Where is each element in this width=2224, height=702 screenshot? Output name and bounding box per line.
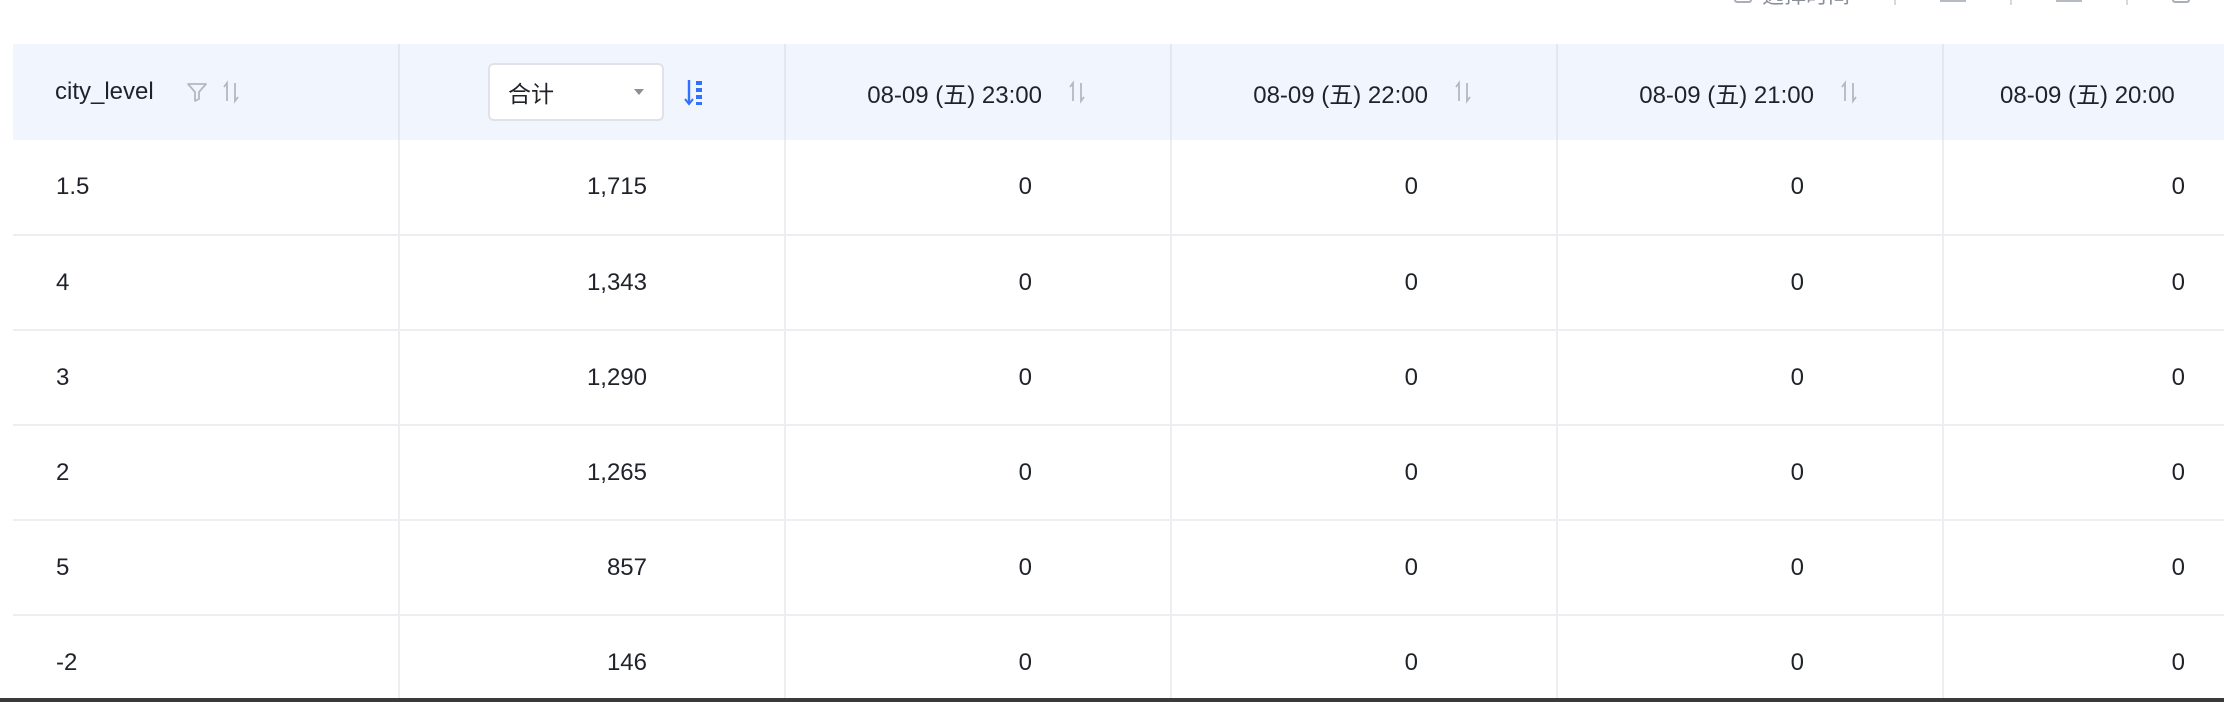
cell-city-level: 3 bbox=[13, 329, 400, 425]
aggregate-select-value: 合计 bbox=[508, 81, 554, 107]
cell-time-value: 0 bbox=[1171, 140, 1558, 235]
toolbar-button-2[interactable] bbox=[1940, 0, 1966, 2]
calendar-icon bbox=[1733, 0, 1752, 3]
cell-time-value: 0 bbox=[2171, 173, 2185, 200]
aggregate-select[interactable]: 合计 bbox=[488, 63, 664, 121]
cell-time-value: 0 bbox=[1171, 424, 1558, 520]
select-time-label: 选择时间 bbox=[1762, 0, 1850, 10]
table-row[interactable]: 5 857 0 0 0 0 bbox=[13, 519, 2224, 615]
cell-city-level: 2 bbox=[13, 424, 400, 520]
table-row[interactable]: 4 1,343 0 0 0 0 bbox=[13, 234, 2224, 330]
cell-time-value: 0 bbox=[785, 614, 1172, 698]
cell-time-value: 0 bbox=[1557, 140, 1944, 235]
cell-time-value: 0 bbox=[785, 519, 1172, 615]
filter-icon[interactable] bbox=[186, 81, 208, 103]
toolbar-divider bbox=[2126, 0, 2128, 5]
toolbar-divider bbox=[2010, 0, 2012, 5]
cell-city-level: 4 bbox=[13, 234, 400, 330]
cell-time-value: 0 bbox=[1943, 614, 2224, 698]
sort-icon[interactable] bbox=[1454, 80, 1472, 104]
sort-icon[interactable] bbox=[1840, 80, 1858, 104]
header-time-col-4: 08-09 (五) 20:00 bbox=[1943, 44, 2224, 140]
cell-time-value: 0 bbox=[785, 424, 1172, 520]
sort-icon[interactable] bbox=[1068, 80, 1086, 104]
cell-time-value: 0 bbox=[785, 234, 1172, 330]
cell-total: 1,715 bbox=[399, 140, 786, 235]
header-city-level: city_level bbox=[13, 44, 400, 140]
cell-time-value: 0 bbox=[1557, 329, 1944, 425]
cell-city-level: 5 bbox=[13, 519, 400, 615]
table-header-row: city_level 合计 08-09 (五) 23:00 08-09 (五) … bbox=[13, 44, 2224, 140]
cell-time-value: 0 bbox=[785, 329, 1172, 425]
window-bottom-edge bbox=[0, 698, 2224, 702]
cell-time-value: 0 bbox=[1943, 329, 2224, 425]
cell-city-level: 1.5 bbox=[13, 140, 400, 235]
header-time-col-2: 08-09 (五) 22:00 bbox=[1171, 44, 1558, 140]
chevron-down-icon bbox=[634, 89, 644, 95]
cell-time-value: 0 bbox=[785, 140, 1172, 235]
select-time-button[interactable]: 选择时间 bbox=[1733, 0, 1850, 10]
cell-total: 1,265 bbox=[399, 424, 786, 520]
cell-time-value: 0 bbox=[1557, 234, 1944, 330]
time-col-label: 08-09 (五) 21:00 bbox=[1639, 81, 1814, 109]
sort-active-icon[interactable] bbox=[684, 77, 704, 107]
cell-total: 1,290 bbox=[399, 329, 786, 425]
cell-total: 1,343 bbox=[399, 234, 786, 330]
time-col-label: 08-09 (五) 23:00 bbox=[867, 81, 1042, 109]
table-row[interactable]: -2 146 0 0 0 0 bbox=[13, 614, 2224, 698]
top-toolbar: 选择时间 bbox=[1733, 0, 2224, 10]
table-body: 1.5 1,715 0 0 0 0 4 1,343 0 0 0 0 3 1,290 0 0 0 0 2 1,265 0 0… bbox=[13, 140, 2224, 698]
cell-time-value: 0 bbox=[1557, 614, 1944, 698]
cell-time-value: 0 bbox=[1943, 234, 2224, 330]
header-city-level-label: city_level bbox=[55, 78, 154, 105]
header-time-col-1: 08-09 (五) 23:00 bbox=[785, 44, 1172, 140]
table-row[interactable]: 1.5 1,715 0 0 0 0 bbox=[13, 140, 2224, 235]
table-row[interactable]: 3 1,290 0 0 0 0 bbox=[13, 329, 2224, 425]
cell-time-value: 0 bbox=[1171, 234, 1558, 330]
header-total: 合计 bbox=[399, 44, 786, 140]
cell-time-value: 0 bbox=[1943, 519, 2224, 615]
cell-time-value: 0 bbox=[1171, 614, 1558, 698]
toolbar-button-4[interactable] bbox=[2172, 0, 2190, 3]
toolbar-divider bbox=[1894, 0, 1896, 5]
fullscreen-icon bbox=[2172, 0, 2190, 3]
sort-icon[interactable] bbox=[222, 80, 240, 104]
cell-time-value: 0 bbox=[1171, 329, 1558, 425]
cell-time-value: 0 bbox=[1943, 424, 2224, 520]
toolbar-button-3[interactable] bbox=[2056, 0, 2082, 2]
cell-time-value: 0 bbox=[1557, 424, 1944, 520]
time-col-label: 08-09 (五) 22:00 bbox=[1253, 81, 1428, 109]
table-row[interactable]: 2 1,265 0 0 0 0 bbox=[13, 424, 2224, 520]
header-time-col-3: 08-09 (五) 21:00 bbox=[1557, 44, 1944, 140]
cell-time-value: 0 bbox=[1557, 519, 1944, 615]
data-table: city_level 合计 08-09 (五) 23:00 08-09 (五) … bbox=[13, 44, 2224, 698]
cell-city-level: -2 bbox=[13, 614, 400, 698]
toolbar-icon bbox=[2056, 0, 2082, 2]
toolbar-icon bbox=[1940, 0, 1966, 2]
cell-time-value: 0 bbox=[1171, 519, 1558, 615]
cell-total: 857 bbox=[399, 519, 786, 615]
cell-total: 146 bbox=[399, 614, 786, 698]
time-col-label: 08-09 (五) 20:00 bbox=[2000, 81, 2175, 109]
